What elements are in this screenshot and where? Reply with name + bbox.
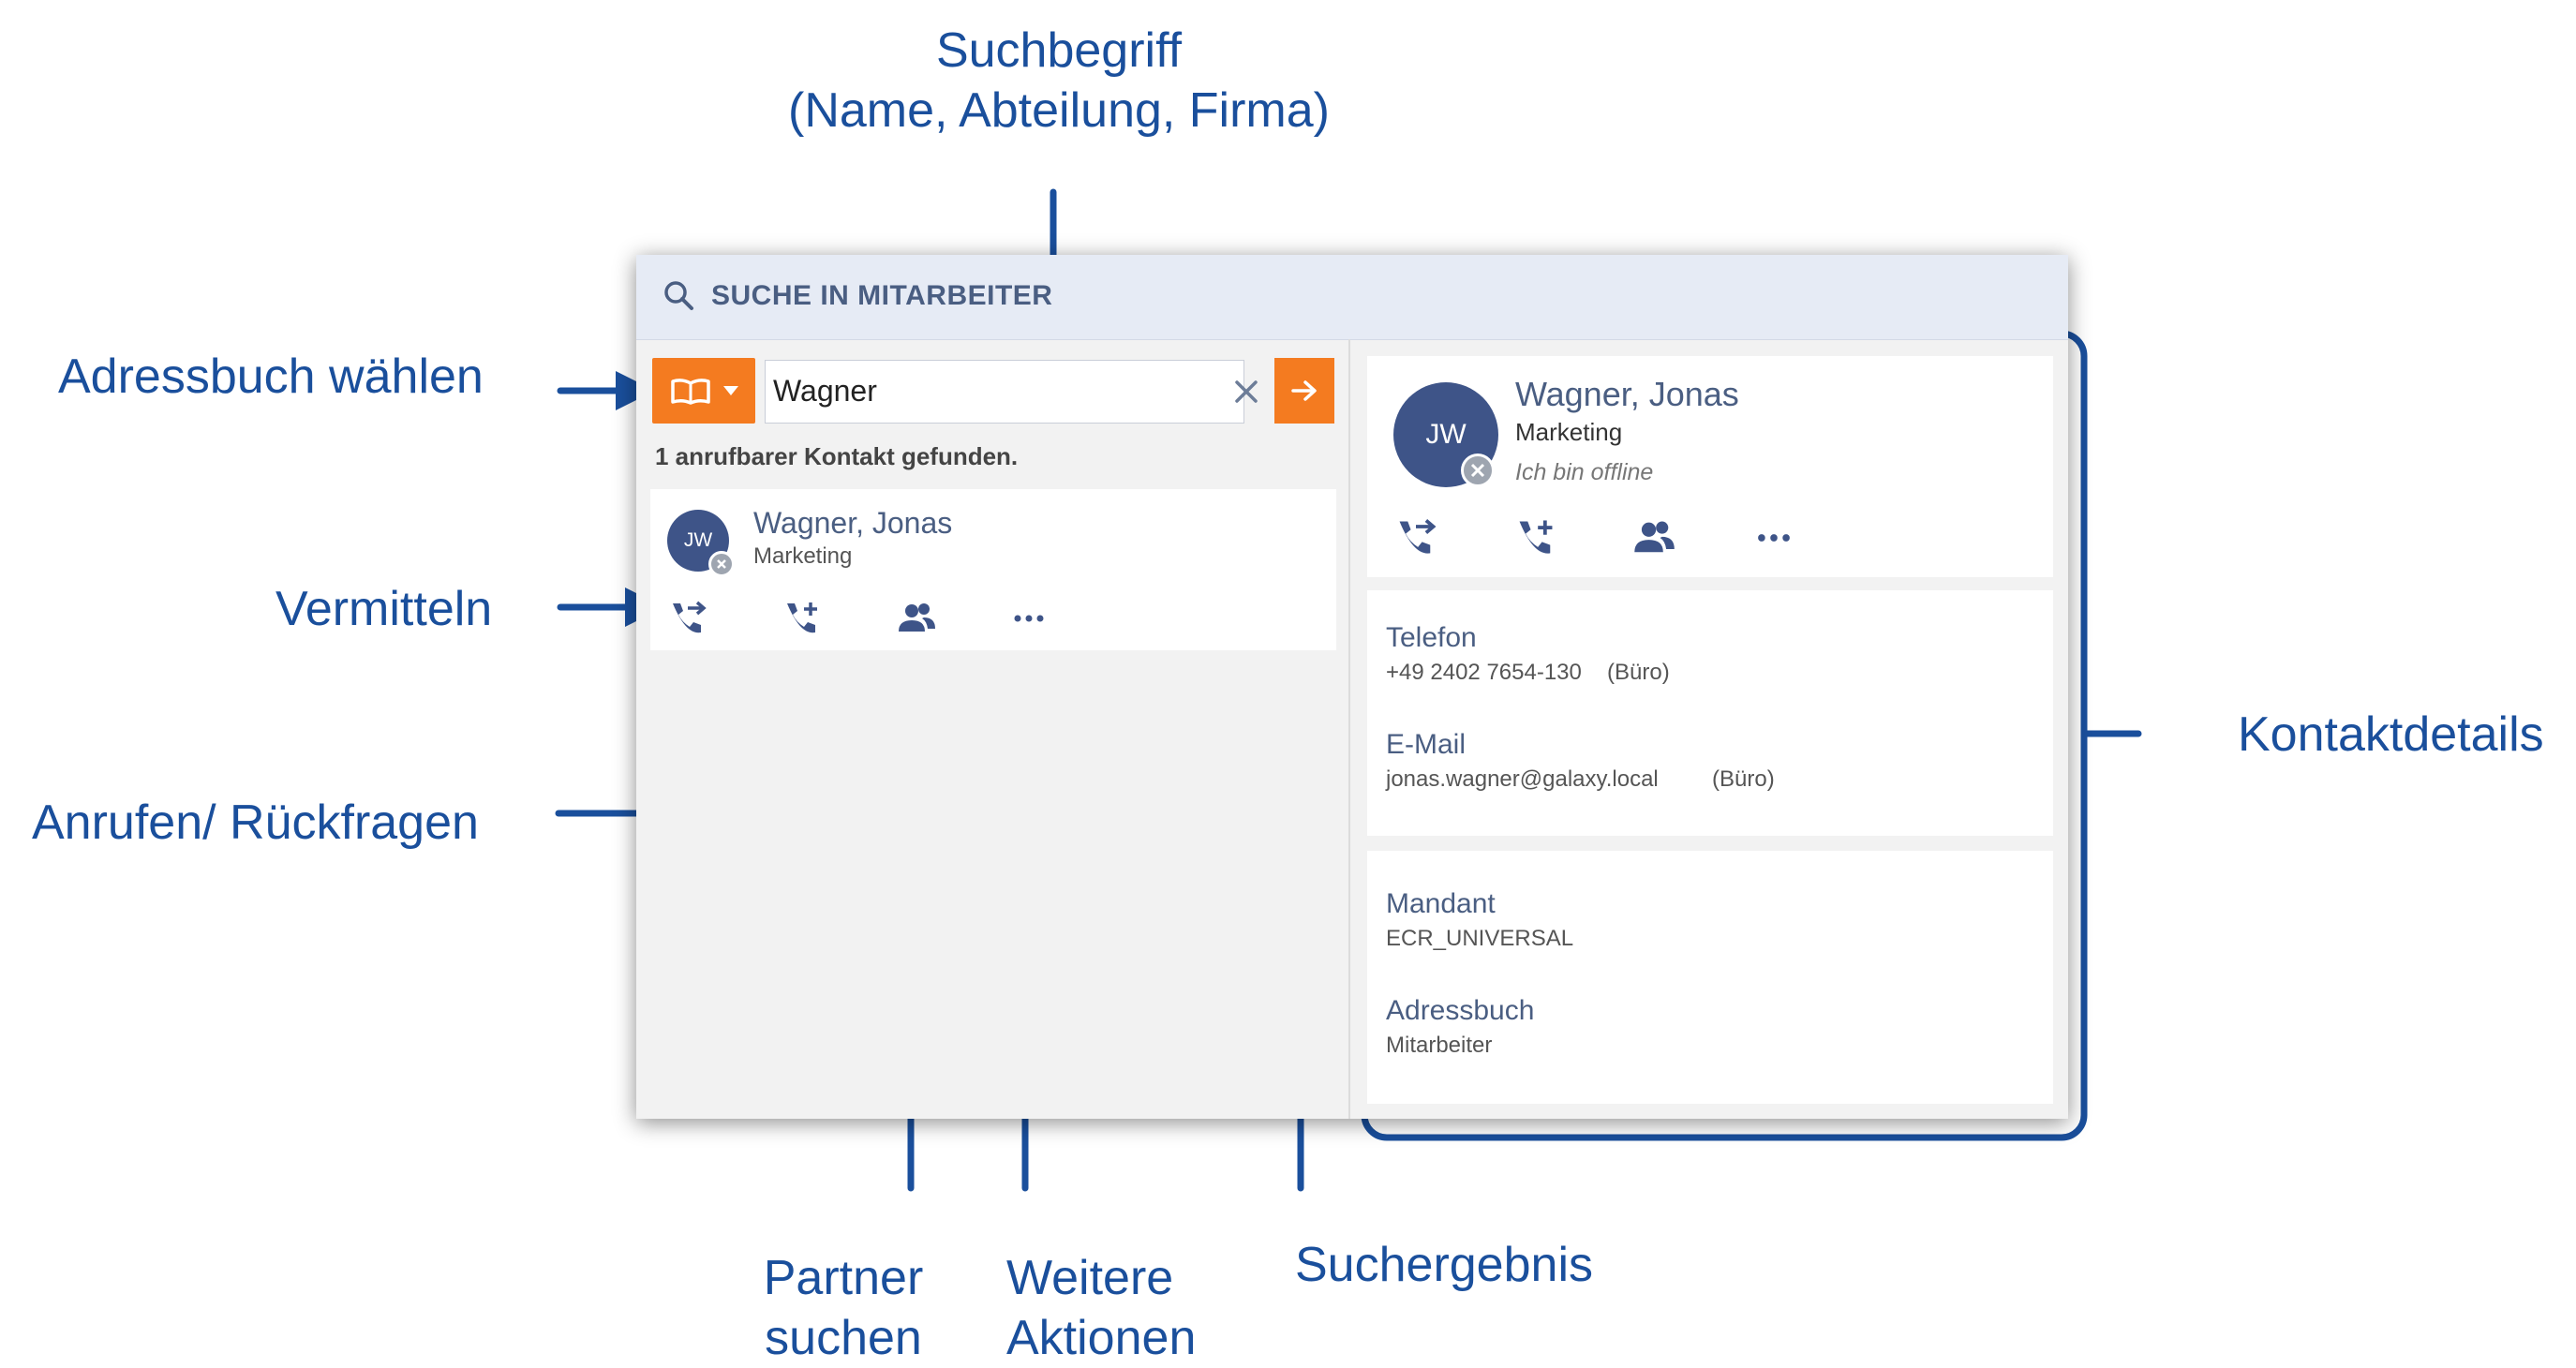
annotation-suchbegriff-line2: (Name, Abteilung, Firma) <box>788 83 1330 138</box>
call-add-icon[interactable] <box>1513 515 1558 560</box>
people-icon[interactable] <box>1631 515 1676 560</box>
result-contact-department: Marketing <box>753 543 853 569</box>
annotation-vermitteln: Vermitteln <box>275 582 493 636</box>
avatar-initials: JW <box>683 529 713 551</box>
annotation-partner: Partner suchen <box>731 1248 956 1368</box>
search-icon <box>664 281 693 310</box>
search-window: SUCHE IN MITARBEITER 1 anrufbarer Kontak… <box>636 255 2068 1119</box>
window-header: SUCHE IN MITARBEITER <box>636 255 2068 340</box>
book-icon <box>671 379 710 405</box>
search-submit-button[interactable] <box>1274 358 1334 424</box>
caret-down-icon <box>723 386 738 395</box>
annotation-partner-line1: Partner <box>763 1251 924 1305</box>
email-label: E-Mail <box>1386 729 1467 760</box>
tenant-value: ECR_UNIVERSAL <box>1386 926 1574 951</box>
search-input[interactable] <box>773 370 1185 411</box>
result-list-item[interactable]: JW Wagner, Jonas Marketing <box>650 489 1336 650</box>
arrow-right-icon <box>1291 380 1317 401</box>
contact-communication-section: Telefon +49 2402 7654-130 (Büro) E-Mail … <box>1367 590 2053 836</box>
offline-x-icon <box>1461 454 1495 487</box>
addressbook-label: Adressbuch <box>1386 995 1535 1026</box>
annotation-suchbegriff: Suchbegriff (Name, Abteilung, Firma) <box>731 21 1387 141</box>
contact-detail-header: JW Wagner, Jonas Marketing Ich bin offli… <box>1367 356 2053 577</box>
transfer-call-icon[interactable] <box>1393 515 1438 560</box>
annotation-weitere-line1: Weitere <box>1006 1251 1174 1305</box>
search-field[interactable] <box>765 360 1244 424</box>
offline-x-icon <box>708 551 735 577</box>
addressbook-select-button[interactable] <box>652 358 755 424</box>
annotation-kontaktdetails: Kontaktdetails <box>2238 707 2544 762</box>
detail-contact-department: Marketing <box>1515 418 1623 446</box>
window-title: SUCHE IN MITARBEITER <box>711 280 1053 311</box>
call-add-icon[interactable] <box>782 598 823 639</box>
annotation-suchbegriff-line1: Suchbegriff <box>935 23 1183 78</box>
pane-divider <box>1348 339 1350 1119</box>
result-count-text: 1 anrufbarer Kontakt gefunden. <box>655 442 1019 470</box>
phone-value[interactable]: +49 2402 7654-130 <box>1386 660 1582 686</box>
detail-avatar-initials: JW <box>1425 419 1467 450</box>
email-value[interactable]: jonas.wagner@galaxy.local <box>1386 766 1659 793</box>
addressbook-value: Mitarbeiter <box>1386 1033 1493 1058</box>
more-dots-icon[interactable] <box>1751 515 1796 560</box>
annotation-partner-line2: suchen <box>765 1311 922 1365</box>
clear-search-button[interactable] <box>1218 360 1274 424</box>
annotation-adressbuch: Adressbuch wählen <box>58 349 484 404</box>
result-contact-name[interactable]: Wagner, Jonas <box>753 506 952 541</box>
annotation-weitere: Weitere Aktionen <box>1006 1248 1196 1368</box>
annotation-anrufen: Anrufen/ Rückfragen <box>32 796 479 850</box>
people-icon[interactable] <box>896 598 937 639</box>
email-type: (Büro) <box>1712 766 1775 792</box>
annotation-weitere-line2: Aktionen <box>1006 1311 1197 1365</box>
detail-contact-name: Wagner, Jonas <box>1515 375 1739 413</box>
phone-label: Telefon <box>1386 622 1477 653</box>
more-dots-icon[interactable] <box>1008 598 1050 639</box>
contact-meta-section: Mandant ECR_UNIVERSAL Adressbuch Mitarbe… <box>1367 851 2053 1104</box>
tenant-label: Mandant <box>1386 888 1496 919</box>
annotation-suchergebnis: Suchergebnis <box>1295 1238 1593 1292</box>
close-icon <box>1235 380 1258 403</box>
transfer-call-icon[interactable] <box>667 598 708 639</box>
detail-presence-status: Ich bin offline <box>1515 459 1654 485</box>
phone-type: (Büro) <box>1607 660 1670 685</box>
